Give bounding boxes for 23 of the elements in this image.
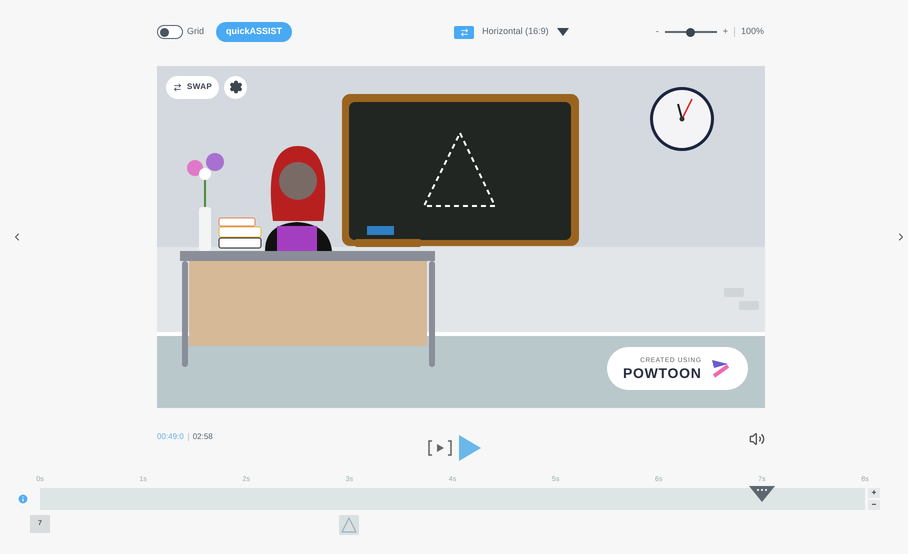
total-time: 02:58 <box>192 431 213 443</box>
zoom-percentage: 100% <box>740 25 764 38</box>
swap-arrows-icon <box>173 82 182 92</box>
dropdown-caret-icon[interactable] <box>556 28 569 36</box>
badge-brand: POWTOON <box>623 366 702 380</box>
aspect-ratio-label[interactable]: Horizontal (16:9) <box>482 25 549 39</box>
timeline-track[interactable] <box>40 488 865 510</box>
horizontal-arrows-icon[interactable] <box>454 26 474 38</box>
settings-icon <box>228 80 243 94</box>
grid-label: Grid <box>187 25 204 38</box>
triangle-scene-thumbnail[interactable] <box>339 515 359 535</box>
brand-stripes-icon <box>710 358 730 378</box>
grid-toggle[interactable] <box>157 25 183 39</box>
play-scene-icon[interactable] <box>427 440 453 456</box>
current-time: 00:49:0 <box>157 431 184 443</box>
zoom-slider[interactable] <box>664 27 717 37</box>
timeline-zoom-in-button[interactable]: + <box>868 488 880 498</box>
timeline-zoom-out-button[interactable]: − <box>868 500 880 510</box>
zoom-in-label[interactable]: + <box>722 25 728 39</box>
zoom-out-label[interactable]: - <box>656 25 659 39</box>
volume-icon[interactable] <box>749 431 765 447</box>
zoom-slider-thumb[interactable] <box>686 28 696 36</box>
playhead-marker-icon[interactable] <box>748 484 775 502</box>
